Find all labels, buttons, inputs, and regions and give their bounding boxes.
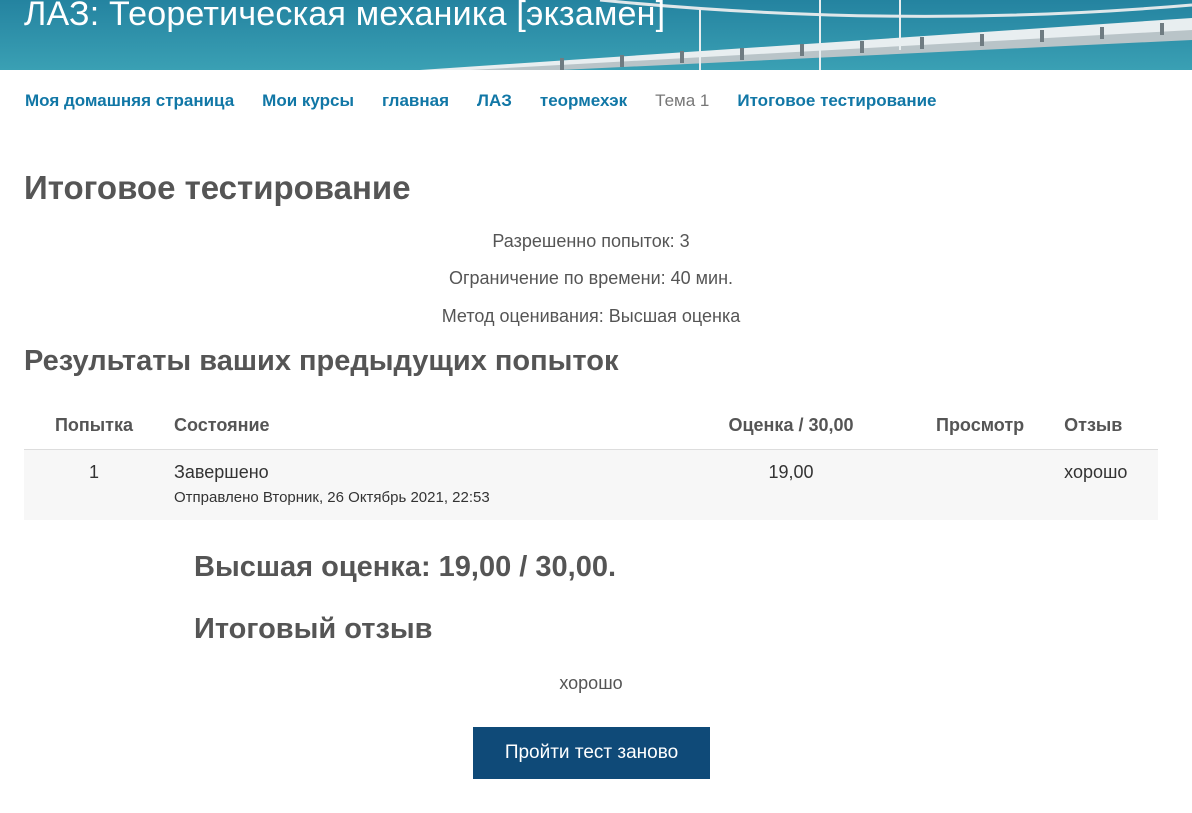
attempt-grade: 19,00: [646, 449, 936, 520]
course-title: ЛАЗ: Теоретическая механика [экзамен]: [24, 0, 666, 33]
breadcrumb-my-courses[interactable]: Мои курсы: [262, 91, 354, 111]
column-grade: Оценка / 30,00: [646, 402, 936, 450]
attempt-state-cell: Завершено Отправлено Вторник, 26 Октябрь…: [164, 449, 646, 520]
page-title: Итоговое тестирование: [24, 169, 411, 206]
breadcrumb-main[interactable]: главная: [382, 91, 449, 111]
table-row: 1 Завершено Отправлено Вторник, 26 Октяб…: [24, 449, 1158, 520]
attempt-number: 1: [24, 449, 164, 520]
breadcrumb-home[interactable]: Моя домашняя страница: [25, 91, 234, 111]
table-header-row: Попытка Состояние Оценка / 30,00 Просмот…: [24, 402, 1158, 450]
breadcrumb-quiz[interactable]: Итоговое тестирование: [737, 91, 936, 111]
attempt-feedback: хорошо: [1024, 449, 1158, 520]
time-limit: Ограничение по времени: 40 мин.: [448, 268, 734, 288]
header-banner: ЛАЗ: Теоретическая механика [экзамен]: [0, 0, 1192, 70]
attempt-state: Завершено: [174, 462, 269, 482]
grading-method: Метод оценивания: Высшая оценка: [441, 306, 741, 326]
attempts-allowed: Разрешенно попыток: 3: [492, 231, 690, 251]
breadcrumb-topic: Тема 1: [655, 91, 710, 110]
attempts-table: Попытка Состояние Оценка / 30,00 Просмот…: [24, 402, 1158, 520]
attempt-review: [936, 449, 1025, 520]
results-title: Результаты ваших предыдущих попыток: [24, 345, 619, 377]
retry-quiz-button[interactable]: Пройти тест заново: [473, 727, 710, 779]
overall-feedback-title: Итоговый отзыв: [194, 613, 433, 645]
attempt-submitted: Отправлено Вторник, 26 Октябрь 2021, 22:…: [174, 489, 490, 506]
column-review: Просмотр: [936, 402, 1025, 450]
best-grade: Высшая оценка: 19,00 / 30,00.: [194, 551, 617, 583]
breadcrumb: Моя домашняя страница Мои курсы главная …: [0, 70, 1192, 132]
overall-feedback-text: хорошо: [559, 673, 623, 693]
column-state: Состояние: [164, 402, 646, 450]
breadcrumb-course[interactable]: теормехэк: [540, 91, 627, 111]
column-feedback: Отзыв: [1024, 402, 1158, 450]
column-attempt: Попытка: [24, 402, 164, 450]
breadcrumb-laz[interactable]: ЛАЗ: [477, 91, 512, 111]
